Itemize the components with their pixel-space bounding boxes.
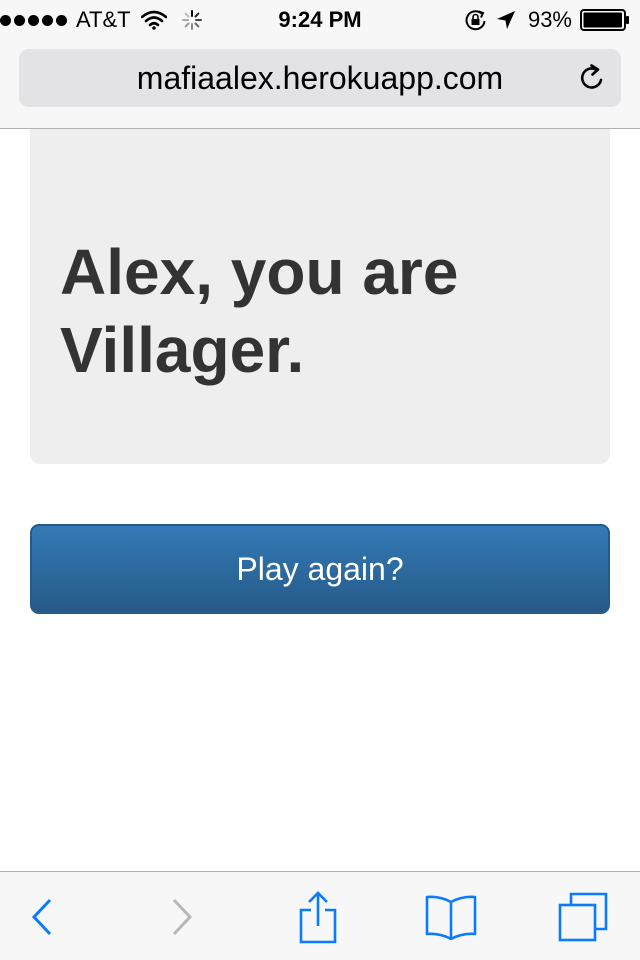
play-again-button[interactable]: Play again? (30, 524, 610, 614)
browser-address-bar: mafiaalex.herokuapp.com (0, 40, 640, 129)
reload-icon[interactable] (577, 63, 607, 93)
role-message: Alex, you are Villager. (60, 236, 459, 386)
safari-screen: AT&T 9:24 PM 93% mafiaalex.herokuapp.com… (0, 0, 640, 960)
role-panel: Alex, you are Villager. (30, 129, 610, 464)
status-right: 93% (464, 0, 630, 40)
book-icon (425, 895, 477, 940)
share-icon (299, 890, 337, 943)
share-button[interactable] (288, 872, 348, 960)
location-arrow-icon (496, 11, 515, 29)
battery-icon (580, 9, 629, 31)
status-bar: AT&T 9:24 PM 93% (0, 0, 640, 40)
forward-button[interactable] (152, 872, 212, 960)
tabs-button[interactable] (550, 872, 616, 960)
url-text[interactable]: mafiaalex.herokuapp.com (19, 49, 621, 107)
back-button[interactable] (12, 872, 72, 960)
url-field[interactable]: mafiaalex.herokuapp.com (19, 49, 621, 107)
battery-percent: 93% (527, 7, 572, 32)
browser-toolbar (0, 871, 640, 960)
rotation-lock-icon (465, 10, 486, 31)
bookmarks-button[interactable] (418, 872, 484, 960)
tabs-icon (558, 892, 608, 941)
chevron-left-icon (31, 898, 52, 935)
chevron-right-icon (172, 898, 193, 935)
